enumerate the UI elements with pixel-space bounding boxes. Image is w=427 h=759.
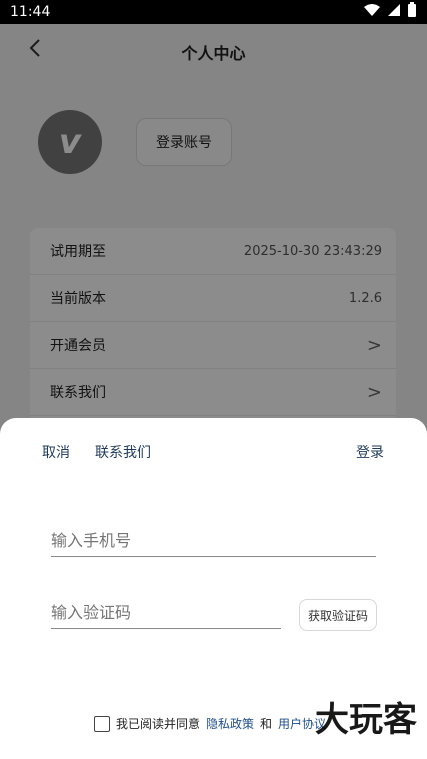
cancel-button[interactable]: 取消	[42, 442, 70, 462]
status-icons	[363, 2, 417, 22]
signal-icon	[387, 3, 401, 21]
contact-us-button[interactable]: 联系我们	[95, 442, 151, 462]
agreement-checkbox[interactable]	[94, 715, 110, 732]
phone-input[interactable]	[51, 528, 376, 557]
wifi-icon	[363, 3, 381, 21]
privacy-policy-link[interactable]: 隐私政策	[206, 715, 254, 732]
login-bottom-sheet: 取消 联系我们 登录 获取验证码 我已阅读并同意 隐私政策 和 用户协议 大玩客	[0, 418, 427, 759]
verification-code-input[interactable]	[51, 600, 281, 629]
agreement-row: 我已阅读并同意 隐私政策 和 用户协议	[94, 715, 326, 732]
status-bar: 11:44	[0, 0, 427, 24]
get-code-button[interactable]: 获取验证码	[299, 599, 377, 631]
watermark: 大玩客	[315, 700, 417, 740]
agreement-text: 我已阅读并同意	[116, 717, 201, 731]
status-time: 11:44	[10, 4, 51, 20]
sheet-toolbar: 取消 联系我们 登录	[0, 440, 427, 464]
login-button[interactable]: 登录	[356, 442, 384, 462]
and-text: 和	[260, 717, 273, 731]
battery-icon	[407, 2, 417, 22]
